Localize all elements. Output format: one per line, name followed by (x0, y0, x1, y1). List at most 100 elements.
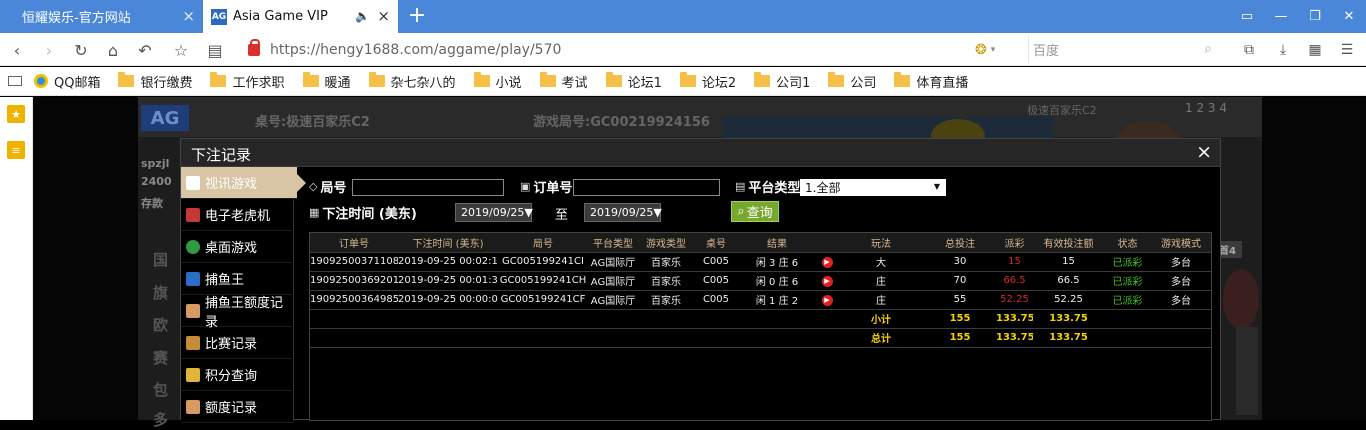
filter-panel: ◇ 局号 ▣ 订单号 ▤ 平台类型 1.全部 ▼ ▦ 下注时间 (美东) 2019/09/… (294, 167, 1220, 237)
query-button[interactable]: ⌕ 查询 (731, 201, 779, 222)
apps-icon[interactable]: ▦ (1304, 39, 1326, 61)
bg-label: 包 (153, 381, 169, 399)
menu-item-points[interactable]: 积分查询 (181, 359, 294, 391)
fish-record-icon (186, 304, 200, 318)
bee-extension-icon[interactable]: ❂ ▾ (975, 40, 1005, 60)
menu-item-label: 桌面游戏 (205, 241, 258, 256)
search-icon[interactable]: ⌕ (1204, 41, 1212, 57)
bookmark-folder[interactable]: 银行缴费 (118, 67, 192, 96)
menu-icon[interactable]: ☰ (1336, 39, 1358, 61)
search-placeholder: 百度 (1033, 44, 1060, 59)
bookmark-folder[interactable]: 公司1 (754, 67, 810, 96)
date-to-picker[interactable]: 2019/09/25▼ (584, 203, 662, 222)
menu-item-fishing-credit[interactable]: 捕鱼王额度记录 (181, 295, 294, 330)
subtotal-label: 小计 (838, 309, 924, 329)
bookmark-folder[interactable]: 体育直播 (894, 67, 968, 96)
bookmark-folder[interactable]: 公司 (828, 67, 876, 96)
play-replay-icon[interactable]: ▶ (821, 294, 833, 306)
chip-icon (1223, 269, 1259, 329)
url-text: https://hengy1688.com/aggame/play/570 (270, 41, 562, 58)
platform: AG国际厅 (588, 271, 638, 291)
bookmark-folder[interactable]: 杂七杂八的 (368, 67, 456, 96)
menu-item-live-games[interactable]: 视讯游戏 (181, 167, 306, 199)
menu-item-label: 捕鱼王 (205, 273, 245, 288)
back-icon[interactable]: ‹ (6, 39, 28, 61)
order-filter-label: ▣ 订单号 (520, 180, 573, 196)
payout: 15 (996, 252, 1033, 272)
side-tab[interactable] (1236, 327, 1258, 415)
column-header: 游戏模式 (1151, 233, 1211, 253)
status: 已派彩 (1104, 252, 1151, 272)
date-from-picker[interactable]: 2019/09/25▼ (455, 203, 533, 222)
total-valid-bet: 133.75 (1033, 328, 1104, 348)
reader-icon[interactable]: ▤ (204, 39, 226, 61)
ag-logo-icon: AG (141, 105, 189, 131)
round-number: GC005199241CH (498, 271, 588, 291)
menu-item-label: 捕鱼王额度记录 (205, 295, 284, 330)
close-tab-icon[interactable]: × (377, 8, 390, 24)
star-icon[interactable]: ☆ (170, 39, 192, 61)
replay-cell: ▶ (816, 290, 838, 310)
table-number: C005 (694, 271, 738, 291)
refresh-icon[interactable]: ↻ (70, 39, 92, 61)
window-close-icon[interactable]: ✕ (1332, 0, 1366, 33)
table-header-row: 订单号 下注时间 (美东) 局号 平台类型 游戏类型 桌号 结果 玩法 总投注 … (310, 233, 1211, 253)
bet-record-table: 订单号 下注时间 (美东) 局号 平台类型 游戏类型 桌号 结果 玩法 总投注 … (309, 232, 1212, 421)
bookmark-label: 论坛1 (627, 75, 662, 91)
game-mode: 多台 (1151, 271, 1211, 291)
folder-icon (368, 72, 385, 87)
restore-icon[interactable]: ❐ (1298, 0, 1332, 33)
search-input[interactable]: 百度 ⌕ (1028, 36, 1220, 63)
menu-item-fishing[interactable]: 捕鱼王 (181, 263, 294, 295)
new-tab-icon[interactable]: + (404, 2, 430, 30)
menu-item-match[interactable]: 比赛记录 (181, 327, 294, 359)
bookmark-qqmail[interactable]: QQ邮箱 (34, 67, 100, 96)
bet-type: 大 (838, 252, 924, 272)
undo-icon[interactable]: ↶ (134, 39, 156, 61)
bg-label: 赛 (153, 349, 169, 367)
round-filter-label: ◇ 局号 (309, 180, 347, 196)
home-icon[interactable]: ⌂ (102, 39, 124, 61)
sidebar-toggle-icon[interactable]: ▭ (1230, 0, 1264, 33)
slot-machine-icon (186, 208, 200, 222)
download-icon[interactable]: ⤓ (1272, 39, 1294, 61)
menu-item-slot[interactable]: 电子老虎机 (181, 199, 294, 231)
bookmarks-panel-icon[interactable] (8, 76, 22, 86)
bookmark-folder[interactable]: 暖通 (302, 67, 351, 96)
deposit-label[interactable]: 存款 (141, 195, 163, 211)
round-number: GC005199241CF (498, 290, 588, 310)
bookmark-folder[interactable]: 工作求职 (210, 67, 285, 96)
bookmark-folder[interactable]: 考试 (539, 67, 588, 96)
screenshot-icon[interactable]: ⧉ (1238, 39, 1260, 61)
bookmark-folder[interactable]: 论坛1 (605, 67, 662, 96)
menu-item-credit[interactable]: 额度记录 (181, 391, 294, 423)
column-header: 结果 (738, 233, 816, 253)
bookmark-label: 工作求职 (232, 75, 285, 91)
status: 已派彩 (1104, 271, 1151, 291)
order-input[interactable] (573, 179, 720, 196)
address-bar[interactable]: https://hengy1688.com/aggame/play/570 (240, 37, 1030, 62)
valid-bet: 66.5 (1033, 271, 1104, 291)
payout: 66.5 (996, 271, 1033, 291)
close-tab-icon[interactable]: × (182, 8, 195, 24)
table-number: C005 (694, 252, 738, 272)
folder-icon (210, 72, 227, 87)
modal-close-icon[interactable]: × (1196, 141, 1212, 163)
notes-icon[interactable]: ≡ (7, 141, 25, 159)
bookmark-folder[interactable]: 小说 (473, 67, 522, 96)
play-replay-icon[interactable]: ▶ (821, 256, 833, 268)
folder-icon (118, 72, 135, 87)
platform-select[interactable]: 1.全部 ▼ (800, 179, 946, 196)
minimize-icon[interactable]: — (1264, 0, 1298, 33)
tab-asia-game-vip[interactable]: AG Asia Game VIP 🔈 × (203, 0, 398, 33)
forward-icon[interactable]: › (38, 39, 60, 61)
tab-hengyao[interactable]: 恒耀娱乐-官方网站 × (0, 0, 203, 33)
username: spzjl (141, 157, 170, 170)
favorites-star-icon[interactable]: ★ (7, 105, 25, 123)
round-input[interactable] (352, 179, 504, 196)
column-header (816, 233, 838, 253)
bookmark-folder[interactable]: 论坛2 (679, 67, 736, 96)
speaker-icon[interactable]: 🔈 (355, 9, 370, 23)
play-replay-icon[interactable]: ▶ (821, 275, 833, 287)
menu-item-table-games[interactable]: 桌面游戏 (181, 231, 294, 263)
